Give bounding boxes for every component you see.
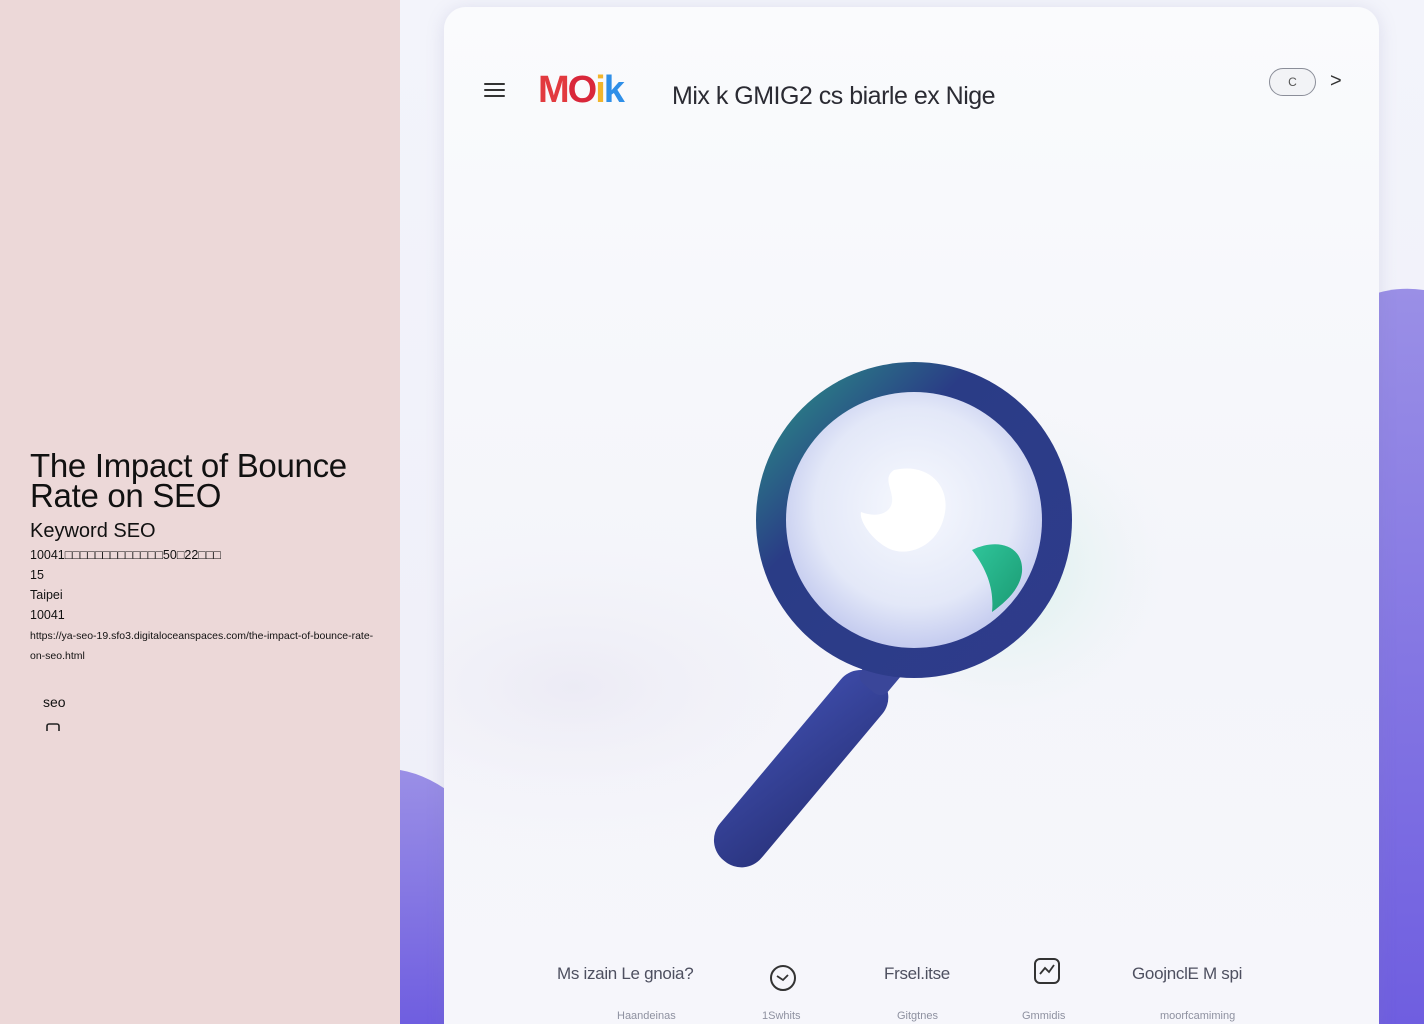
toggle-switch[interactable]: C <box>1269 68 1316 96</box>
hero-illustration: MOik Mix k GMIG2 cs biarle ex Nige C > M… <box>400 0 1424 1024</box>
footer-label-5: GoojnclE M spi <box>1132 964 1243 983</box>
magnifying-glass-icon <box>713 362 1072 868</box>
address-city: Taipei <box>30 588 63 602</box>
address-line-1: 10041□□□□□□□□□□□□□50□22□□□ <box>30 548 221 562</box>
left-panel: The Impact of Bounce Rate on SEO Keyword… <box>0 0 400 1024</box>
page-url-link[interactable]: https://ya-seo-19.sfo3.digitaloceanspace… <box>30 630 373 662</box>
footer-sub-3: Gitgtnes <box>897 1010 938 1022</box>
page-title: The Impact of Bounce Rate on SEO <box>30 447 347 514</box>
tag-icon <box>46 723 60 731</box>
header-title: Mix k GMIG2 cs biarle ex Nige <box>672 82 996 110</box>
page-url: https://ya-seo-19.sfo3.digitaloceanspace… <box>30 626 375 666</box>
footer-sub-2: 1Swhits <box>762 1010 801 1022</box>
footer-sub-1: Haandeinas <box>617 1010 676 1022</box>
chart-card-icon[interactable] <box>1032 956 1062 986</box>
app-card: MOik Mix k GMIG2 cs biarle ex Nige C > M… <box>444 7 1379 1024</box>
brand-logo: MOik <box>538 69 625 111</box>
chevron-right-icon[interactable]: > <box>1330 70 1342 93</box>
seo-tag[interactable]: seo <box>43 694 66 710</box>
address-postal-code: 10041 <box>30 608 65 622</box>
footer-sub-5: moorfcamiming <box>1160 1010 1236 1022</box>
page-subtitle: Keyword SEO <box>30 520 156 542</box>
article-info: The Impact of Bounce Rate on SEO Keyword… <box>30 447 375 666</box>
footer-label-1: Ms izain Le gnoia? <box>557 964 694 983</box>
footer-label-3: Frsel.itse <box>884 964 950 983</box>
menu-icon[interactable] <box>484 83 505 98</box>
address-line-2: 15 <box>30 568 44 582</box>
gauge-icon[interactable] <box>768 963 798 993</box>
footer-sub-4: Gmmidis <box>1022 1010 1066 1022</box>
